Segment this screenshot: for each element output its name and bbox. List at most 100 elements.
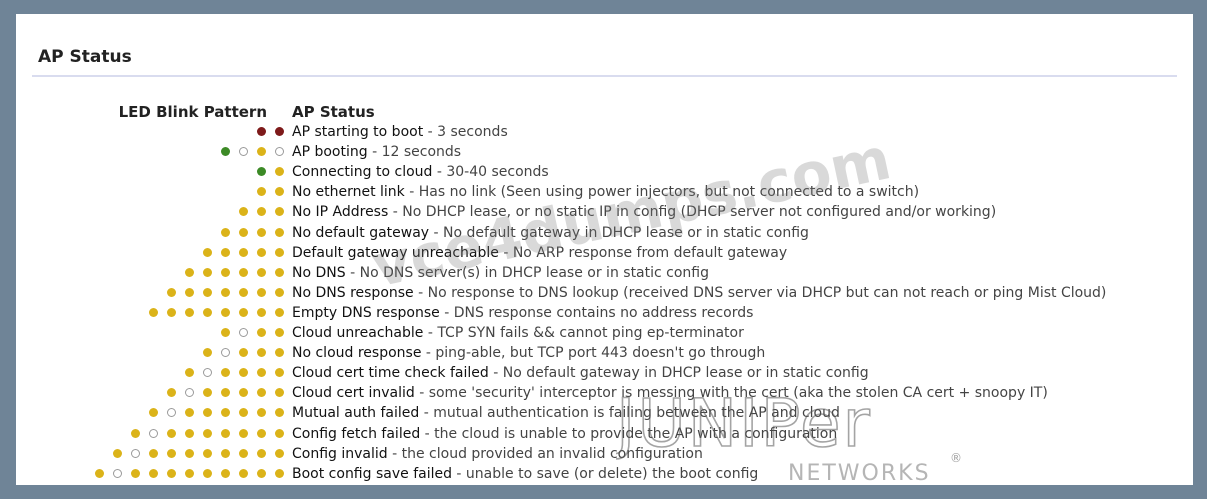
status-name: Cloud cert time check failed xyxy=(292,365,489,382)
yellow-led-dot xyxy=(167,448,176,458)
yellow-led-dot xyxy=(203,267,212,277)
yellow-led-dot xyxy=(221,328,230,337)
yellow-led-dot xyxy=(257,388,266,398)
status-description: No default gateway - No default gateway … xyxy=(292,223,809,243)
status-name: No IP Address xyxy=(292,204,389,221)
yellow-led-dot xyxy=(167,388,176,398)
status-row: Boot config save failed - unable to save… xyxy=(16,464,1193,484)
yellow-led-dot xyxy=(185,448,194,458)
status-name: Cloud unreachable xyxy=(292,325,424,341)
yellow-led-dot xyxy=(275,227,284,237)
led-blink-pattern xyxy=(95,468,284,478)
yellow-led-dot xyxy=(257,207,266,217)
yellow-led-dot xyxy=(185,428,194,438)
yellow-led-dot xyxy=(221,247,230,257)
yellow-led-dot xyxy=(239,227,248,237)
status-detail: - 30-40 seconds xyxy=(432,164,549,181)
status-description: No cloud response - ping-able, but TCP p… xyxy=(292,343,765,363)
yellow-led-dot xyxy=(149,468,158,478)
status-description: Cloud unreachable - TCP SYN fails && can… xyxy=(292,323,744,343)
yellow-led-dot xyxy=(257,428,266,438)
yellow-led-dot xyxy=(131,428,140,438)
status-detail: - No response to DNS lookup (received DN… xyxy=(413,284,1107,301)
yellow-led-dot xyxy=(113,448,122,458)
yellow-led-dot xyxy=(185,368,194,378)
yellow-led-dot xyxy=(239,247,248,257)
yellow-led-dot xyxy=(203,307,212,317)
yellow-led-dot xyxy=(203,388,212,398)
yellow-led-dot xyxy=(275,267,284,277)
status-description: Config fetch failed - the cloud is unabl… xyxy=(292,424,837,444)
status-description: No DNS - No DNS server(s) in DHCP lease … xyxy=(292,263,709,283)
led-blink-pattern xyxy=(257,127,284,136)
yellow-led-dot xyxy=(185,468,194,478)
status-row: No DNS - No DNS server(s) in DHCP lease … xyxy=(16,263,1193,283)
yellow-led-dot xyxy=(221,227,230,237)
status-description: Boot config save failed - unable to save… xyxy=(292,464,758,484)
yellow-led-dot xyxy=(149,307,158,317)
yellow-led-dot xyxy=(167,307,176,317)
yellow-led-dot xyxy=(221,267,230,277)
off-led-dot xyxy=(239,328,248,337)
yellow-led-dot xyxy=(275,187,284,197)
status-name: Empty DNS response xyxy=(292,304,440,321)
status-name: Config fetch failed xyxy=(292,425,421,442)
yellow-led-dot xyxy=(221,368,230,378)
yellow-led-dot xyxy=(221,448,230,458)
column-header-led-pattern: LED Blink Pattern xyxy=(118,103,267,121)
yellow-led-dot xyxy=(275,307,284,317)
yellow-led-dot xyxy=(203,408,212,418)
yellow-led-dot xyxy=(239,448,248,458)
off-led-dot xyxy=(239,147,248,157)
off-led-dot xyxy=(185,388,194,398)
yellow-led-dot xyxy=(185,408,194,418)
led-blink-pattern xyxy=(149,408,284,418)
yellow-led-dot xyxy=(203,348,212,358)
status-name: Mutual auth failed xyxy=(292,405,420,422)
status-description: Cloud cert invalid - some 'security' int… xyxy=(292,383,1048,403)
yellow-led-dot xyxy=(131,468,140,478)
yellow-led-dot xyxy=(221,468,230,478)
status-detail: - 12 seconds xyxy=(367,144,462,161)
yellow-led-dot xyxy=(221,428,230,438)
yellow-led-dot xyxy=(257,328,266,337)
yellow-led-dot xyxy=(239,368,248,378)
status-detail: - No DNS server(s) in DHCP lease or in s… xyxy=(345,264,709,281)
status-row: Default gateway unreachable - No ARP res… xyxy=(16,243,1193,263)
status-row: No cloud response - ping-able, but TCP p… xyxy=(16,343,1193,363)
red-led-dot xyxy=(257,127,266,136)
status-detail: - some 'security' interceptor is messing… xyxy=(414,385,1048,402)
yellow-led-dot xyxy=(149,448,158,458)
yellow-led-dot xyxy=(167,287,176,297)
status-name: Connecting to cloud xyxy=(292,164,433,181)
yellow-led-dot xyxy=(239,287,248,297)
status-name: No ethernet link xyxy=(292,184,405,201)
status-detail: - ping-able, but TCP port 443 doesn't go… xyxy=(421,345,766,362)
led-blink-pattern xyxy=(113,448,284,458)
title-divider xyxy=(32,75,1177,77)
status-name: No cloud response xyxy=(292,345,422,362)
status-row: No ethernet link - Has no link (Seen usi… xyxy=(16,182,1193,202)
yellow-led-dot xyxy=(221,408,230,418)
yellow-led-dot xyxy=(275,247,284,257)
led-blink-pattern xyxy=(221,147,284,157)
off-led-dot xyxy=(167,408,176,418)
yellow-led-dot xyxy=(221,287,230,297)
led-blink-pattern xyxy=(131,428,284,438)
off-led-dot xyxy=(113,468,122,478)
yellow-led-dot xyxy=(257,247,266,257)
status-description: AP starting to boot - 3 seconds xyxy=(292,122,508,142)
status-name: Boot config save failed xyxy=(292,465,452,482)
yellow-led-dot xyxy=(239,348,248,358)
yellow-led-dot xyxy=(221,307,230,317)
yellow-led-dot xyxy=(239,307,248,317)
led-blink-pattern xyxy=(185,368,284,378)
status-description: No IP Address - No DHCP lease, or no sta… xyxy=(292,202,996,222)
led-blink-pattern xyxy=(167,388,284,398)
yellow-led-dot xyxy=(239,468,248,478)
status-name: No default gateway xyxy=(292,224,430,241)
status-detail: - Has no link (Seen using power injector… xyxy=(404,184,920,201)
yellow-led-dot xyxy=(257,187,266,197)
yellow-led-dot xyxy=(203,247,212,257)
led-blink-pattern xyxy=(239,207,284,217)
